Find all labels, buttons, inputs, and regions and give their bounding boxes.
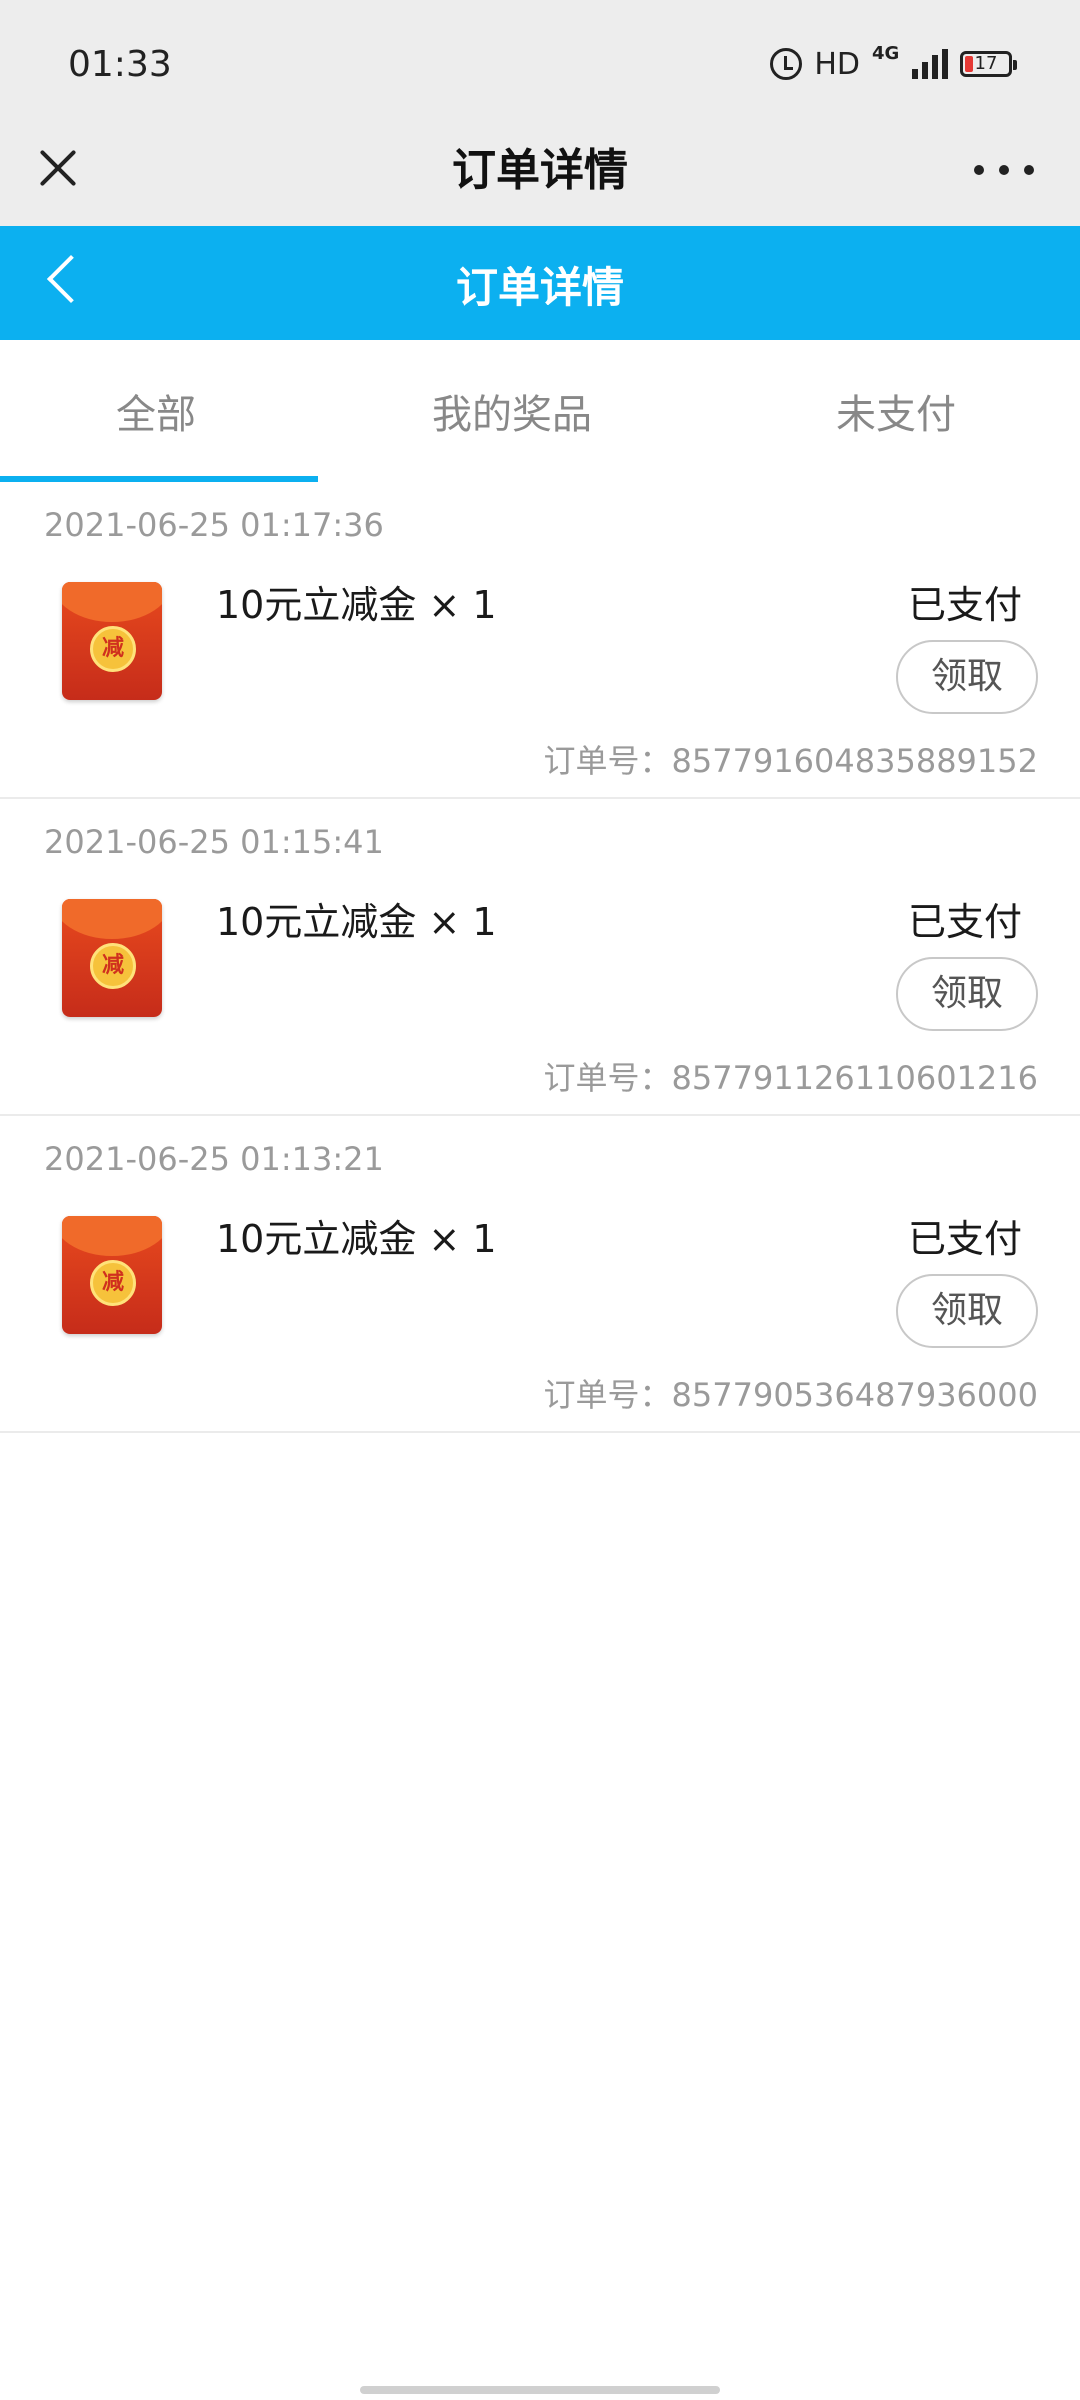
order-item: 2021-06-25 01:13:21 减 10元立减金 × 1 已支付 领取 … (0, 1116, 1080, 1433)
payment-status: 已支付 (907, 583, 1022, 627)
status-bar: 01:33 HD 4G 17 (0, 0, 1080, 120)
home-indicator[interactable] (360, 2386, 720, 2394)
item-name: 10元立减金 × 1 (216, 1217, 497, 1261)
tab-bar: 全部 我的奖品 未支付 (0, 340, 1080, 482)
tab-all[interactable]: 全部 (116, 382, 196, 440)
status-time: 01:33 (68, 44, 172, 85)
order-time: 2021-06-25 01:13:21 (44, 1140, 384, 1178)
claim-button[interactable]: 领取 (896, 1274, 1038, 1348)
order-list: 2021-06-25 01:17:36 减 10元立减金 × 1 已支付 领取 … (0, 482, 1080, 1433)
network-label: 4G (872, 43, 900, 64)
red-packet-icon: 减 (62, 1216, 162, 1334)
webview-title: 订单详情 (452, 145, 628, 196)
order-number: 订单号：857790536487936000 (543, 1376, 1038, 1414)
red-packet-icon: 减 (62, 582, 162, 700)
hd-label: HD (814, 46, 860, 82)
more-options-icon[interactable] (968, 140, 1040, 200)
order-time: 2021-06-25 01:17:36 (44, 506, 384, 544)
coin-badge: 减 (90, 626, 136, 672)
item-name: 10元立减金 × 1 (216, 900, 497, 944)
item-name: 10元立减金 × 1 (216, 583, 497, 627)
coin-badge: 减 (90, 1260, 136, 1306)
status-icons: HD 4G 17 (770, 43, 1017, 84)
tab-unpaid[interactable]: 未支付 (836, 382, 956, 440)
signal-icon: 4G (872, 43, 948, 79)
coin-badge: 减 (90, 943, 136, 989)
payment-status: 已支付 (907, 900, 1022, 944)
order-item: 2021-06-25 01:17:36 减 10元立减金 × 1 已支付 领取 … (0, 482, 1080, 799)
webview-title-bar: 订单详情 (0, 120, 1080, 226)
battery-level: 17 (974, 53, 998, 74)
order-time: 2021-06-25 01:15:41 (44, 823, 384, 861)
tab-my-prizes[interactable]: 我的奖品 (432, 382, 592, 440)
alarm-icon (770, 48, 803, 80)
red-packet-icon: 减 (62, 899, 162, 1017)
page-header: 订单详情 (0, 226, 1080, 340)
order-number: 订单号：857791604835889152 (543, 742, 1038, 780)
battery-icon: 17 (960, 51, 1017, 77)
payment-status: 已支付 (907, 1217, 1022, 1261)
claim-button[interactable]: 领取 (896, 957, 1038, 1031)
order-number: 订单号：857791126110601216 (543, 1059, 1038, 1097)
claim-button[interactable]: 领取 (896, 640, 1038, 714)
order-item: 2021-06-25 01:15:41 减 10元立减金 × 1 已支付 领取 … (0, 799, 1080, 1116)
page-title: 订单详情 (455, 263, 624, 312)
